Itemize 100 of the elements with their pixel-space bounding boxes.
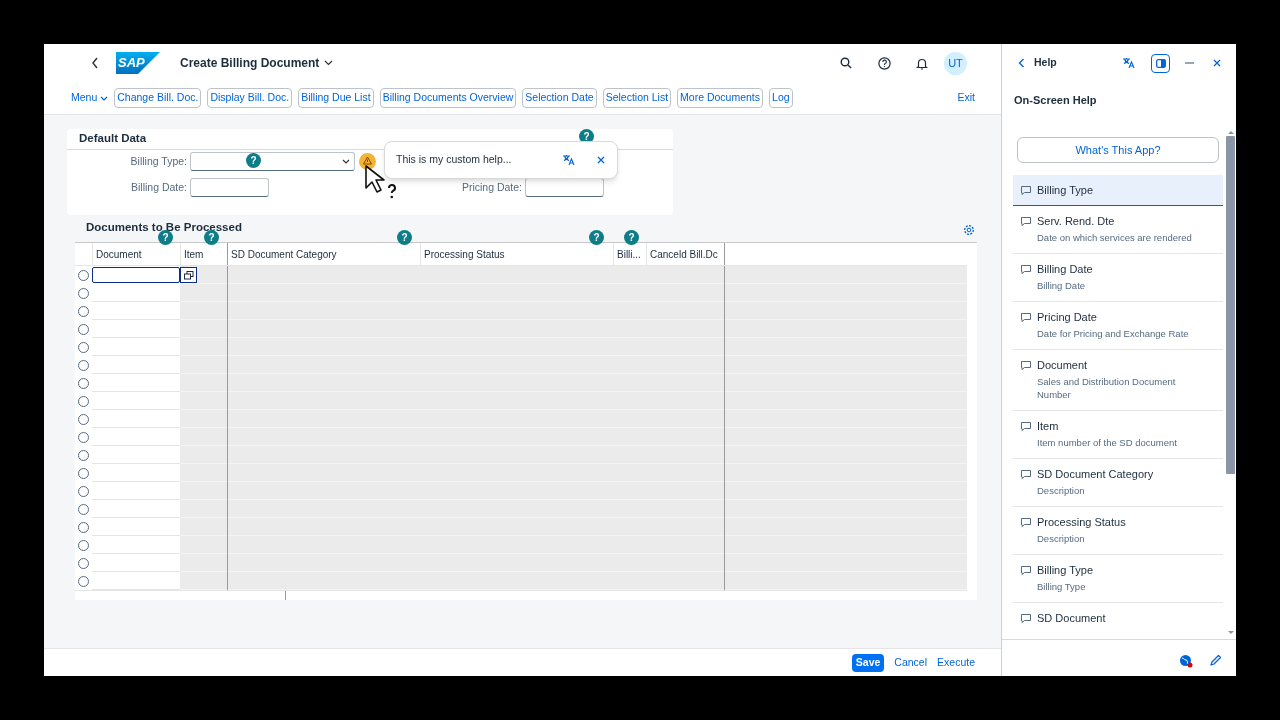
table-cell[interactable]	[92, 410, 180, 428]
comment-icon	[1020, 421, 1032, 432]
comment-icon	[1020, 216, 1032, 227]
search-icon[interactable]	[840, 57, 852, 69]
value-help-icon[interactable]	[180, 267, 197, 283]
table-cell[interactable]	[92, 428, 180, 446]
table-cell[interactable]	[92, 338, 180, 356]
toolbar-button[interactable]: More Documents	[677, 88, 764, 108]
table-cell[interactable]	[92, 302, 180, 320]
dock-toggle-button[interactable]	[1151, 53, 1170, 73]
radio-button[interactable]	[78, 521, 89, 533]
edit-icon[interactable]	[1210, 654, 1222, 666]
help-list-item[interactable]: SD Document Category Description	[1013, 459, 1223, 507]
item-description: Description	[1037, 532, 1086, 545]
radio-button[interactable]	[78, 575, 89, 587]
table-cell[interactable]	[92, 464, 180, 482]
exit-button[interactable]: Exit	[957, 90, 975, 106]
warning-icon[interactable]	[359, 153, 376, 170]
table-cell[interactable]	[92, 572, 180, 590]
radio-button[interactable]	[78, 557, 89, 569]
table-cell[interactable]	[92, 500, 180, 518]
settings-icon[interactable]	[963, 224, 975, 236]
whats-this-app-button[interactable]: What's This App?	[1017, 137, 1219, 163]
table-cell[interactable]	[92, 284, 180, 302]
radio-button[interactable]	[78, 341, 89, 353]
table-cell[interactable]	[92, 320, 180, 338]
radio-button[interactable]	[78, 449, 89, 461]
help-list-item[interactable]: Billing Type Billing Type	[1013, 555, 1223, 603]
close-icon[interactable]	[1213, 59, 1221, 67]
item-description: Item number of the SD document	[1037, 436, 1177, 449]
help-list-item[interactable]: Item Item number of the SD document	[1013, 411, 1223, 459]
comment-icon	[1020, 264, 1032, 275]
help-list-item[interactable]: Billing Date Billing Date	[1013, 254, 1223, 302]
footer-button[interactable]: Cancel	[894, 654, 928, 671]
radio-button[interactable]	[78, 539, 89, 551]
column-header[interactable]: Canceld Bill.Dc	[650, 246, 718, 262]
toolbar-button[interactable]: Selection List	[602, 88, 672, 108]
column-header[interactable]: Item	[184, 246, 204, 262]
help-list-item[interactable]: Serv. Rend. Dte Date on which services are rendered	[1013, 206, 1223, 254]
avatar[interactable]: UT	[944, 51, 967, 75]
table-cell[interactable]	[92, 518, 180, 536]
bell-icon[interactable]	[916, 56, 928, 70]
item-description: Date on which services are rendered	[1037, 231, 1192, 244]
radio-button[interactable]	[78, 305, 89, 317]
radio-button[interactable]	[78, 431, 89, 443]
toolbar-button[interactable]: Selection Date	[522, 88, 597, 108]
scroll-up-icon[interactable]	[1227, 130, 1234, 134]
app-title[interactable]: Create Billing Document	[180, 54, 320, 72]
column-header[interactable]: Billi...	[617, 246, 641, 262]
toolbar-button[interactable]: Log	[769, 88, 793, 108]
toolbar-button[interactable]: Billing Documents Overview	[379, 88, 517, 108]
toolbar-button[interactable]: Billing Due List	[298, 88, 374, 108]
help-list-item[interactable]: Pricing Date Date for Pricing and Exchange Rate	[1013, 302, 1223, 350]
close-icon[interactable]	[597, 156, 605, 164]
item-description: Billing Date	[1037, 279, 1087, 292]
table-cell[interactable]	[92, 482, 180, 500]
column-header[interactable]: Document	[96, 246, 142, 262]
help-icon[interactable]	[878, 56, 891, 70]
item-title: Processing Status	[1037, 515, 1126, 529]
radio-button[interactable]	[78, 395, 89, 407]
toolbar-button[interactable]: Change Bill. Doc.	[114, 88, 202, 108]
help-list-item[interactable]: Billing Type	[1013, 175, 1223, 206]
table-cell[interactable]	[92, 356, 180, 374]
field-label: Pricing Date:	[461, 179, 522, 195]
globe-icon[interactable]	[1179, 654, 1193, 668]
radio-button[interactable]	[78, 287, 89, 299]
item-title: SD Document	[1037, 611, 1106, 625]
table-cell[interactable]	[92, 446, 180, 464]
toolbar-button[interactable]: Display Bill. Doc.	[207, 88, 293, 108]
radio-button[interactable]	[78, 485, 89, 497]
input-field[interactable]	[92, 267, 180, 283]
radio-button[interactable]	[78, 413, 89, 425]
radio-button[interactable]	[78, 269, 89, 281]
translate-icon[interactable]	[1122, 57, 1135, 69]
panel-title: Help	[1034, 55, 1057, 71]
save-button[interactable]: Save	[851, 653, 885, 672]
translate-icon[interactable]	[562, 154, 575, 166]
dropdown-field[interactable]	[190, 152, 355, 171]
table-cell[interactable]	[92, 554, 180, 572]
table-cell[interactable]	[92, 536, 180, 554]
table-cell[interactable]	[92, 374, 180, 392]
scroll-down-icon[interactable]	[1227, 631, 1234, 635]
column-header[interactable]: SD Document Category	[231, 246, 337, 262]
radio-button[interactable]	[78, 377, 89, 389]
help-list-item[interactable]: Document Sales and Distribution Document Number	[1013, 350, 1223, 411]
item-title: Document	[1037, 358, 1089, 372]
chevron-down-icon[interactable]	[324, 60, 334, 66]
footer-button[interactable]: Execute	[937, 654, 975, 671]
column-header[interactable]: Processing Status	[424, 246, 505, 262]
comment-icon	[1020, 312, 1032, 323]
radio-button[interactable]	[78, 323, 89, 335]
menu-button[interactable]: Menu	[70, 90, 110, 106]
date-field[interactable]	[190, 178, 269, 197]
radio-button[interactable]	[78, 503, 89, 515]
back-icon[interactable]	[91, 57, 99, 69]
radio-button[interactable]	[78, 359, 89, 371]
radio-button[interactable]	[78, 467, 89, 479]
table-cell[interactable]	[92, 392, 180, 410]
help-list-item[interactable]: Processing Status Description	[1013, 507, 1223, 555]
help-list-item[interactable]: SD Document	[1013, 603, 1223, 625]
